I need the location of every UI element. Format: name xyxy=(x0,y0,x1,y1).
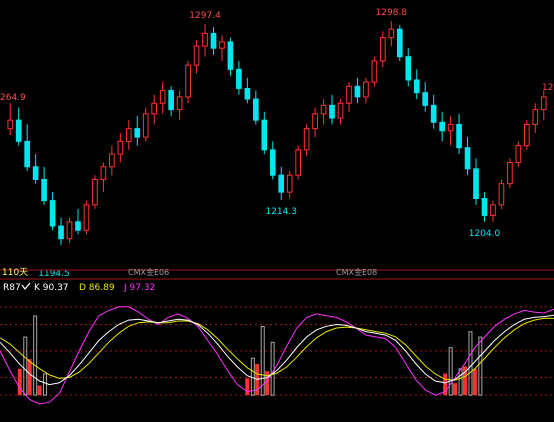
price-annotation: 1298.8 xyxy=(376,8,408,18)
candle-body xyxy=(15,119,22,142)
candle-body xyxy=(58,225,64,240)
candle-body xyxy=(312,113,318,130)
kdj-histogram-bar xyxy=(37,385,42,396)
candle-body xyxy=(396,28,403,58)
candle-body xyxy=(134,128,141,138)
candle-body xyxy=(32,166,39,180)
candle-body xyxy=(295,149,302,176)
candle-body xyxy=(151,102,158,115)
candle-body xyxy=(363,81,369,98)
indicator-name-label[interactable]: R87 xyxy=(3,283,21,293)
price-annotation: 1214.3 xyxy=(265,207,297,217)
candle-body xyxy=(473,168,479,200)
candle-body xyxy=(422,92,429,106)
candle-body xyxy=(252,98,259,121)
candle-body xyxy=(303,128,310,151)
candle-body xyxy=(388,28,395,39)
candle-body xyxy=(109,153,115,168)
candle-body xyxy=(210,32,217,49)
candle-body xyxy=(75,221,81,231)
price-annotation: 264.9 xyxy=(0,93,26,103)
candle-body xyxy=(159,90,166,104)
candle-body xyxy=(464,147,471,170)
candle-body xyxy=(202,32,208,47)
candle-body xyxy=(100,166,107,180)
d-value-label: D 86.89 xyxy=(79,283,115,293)
candle-body xyxy=(168,90,174,111)
candle-body xyxy=(286,174,293,193)
candle-body xyxy=(515,145,522,164)
candle-body xyxy=(7,119,14,130)
candle-body xyxy=(193,45,200,66)
candle-body xyxy=(439,121,445,132)
candle-body xyxy=(219,41,225,49)
month-label-2: CMX金E08 xyxy=(336,267,377,277)
j-value-label: J 97.32 xyxy=(123,283,155,293)
candle-body xyxy=(481,198,488,216)
candle-body xyxy=(185,64,191,98)
candle-body xyxy=(354,85,361,98)
candle-body xyxy=(227,41,234,70)
candle-body xyxy=(49,200,56,227)
candle-body xyxy=(261,119,268,151)
candle-body xyxy=(540,96,547,111)
candle-body xyxy=(66,221,73,240)
candle-body xyxy=(236,68,242,89)
candle-body xyxy=(329,104,335,119)
candle-body xyxy=(92,178,98,206)
kdj-histogram-bar xyxy=(453,383,458,396)
candle-body xyxy=(125,128,132,142)
candle-body xyxy=(490,204,496,216)
candle-body xyxy=(523,123,530,147)
candle-body xyxy=(371,60,378,83)
kdj-histogram-bar xyxy=(472,368,477,396)
candle-body xyxy=(413,79,420,94)
candle-body xyxy=(498,183,505,206)
candle-body xyxy=(337,102,344,119)
k-value-label: K 90.37 xyxy=(34,283,69,293)
candle-body xyxy=(507,162,513,185)
candle-body xyxy=(117,140,124,155)
candle-body xyxy=(244,87,251,100)
candle-body xyxy=(41,178,47,202)
candle-body xyxy=(83,204,90,231)
candle-body xyxy=(269,149,276,176)
candle-body xyxy=(532,109,539,125)
candle-body xyxy=(346,85,352,104)
candle-body xyxy=(320,104,327,115)
candlestick-kdj-chart: 1297.41298.81214.31194.51204.0264.9122 1… xyxy=(0,0,554,422)
period-label: 110天 xyxy=(2,268,28,278)
candle-body xyxy=(405,56,412,81)
candle-body xyxy=(24,140,31,168)
candle-body xyxy=(430,104,437,123)
kdj-histogram-bar xyxy=(27,359,32,396)
candle-body xyxy=(447,123,454,132)
candle-body xyxy=(380,37,386,62)
kdj-histogram-bar xyxy=(265,371,270,396)
price-annotation: 1297.4 xyxy=(189,11,221,21)
candle-body xyxy=(278,174,285,193)
candle-body xyxy=(142,113,149,138)
kdj-histogram-bar xyxy=(245,378,250,396)
price-annotation: 122 xyxy=(542,83,554,93)
kdj-histogram-bar xyxy=(17,368,22,396)
candle-body xyxy=(176,96,183,111)
candle-body xyxy=(456,123,462,149)
price-annotation: 1204.0 xyxy=(469,229,501,239)
month-label-1: CMX金E06 xyxy=(128,267,169,277)
